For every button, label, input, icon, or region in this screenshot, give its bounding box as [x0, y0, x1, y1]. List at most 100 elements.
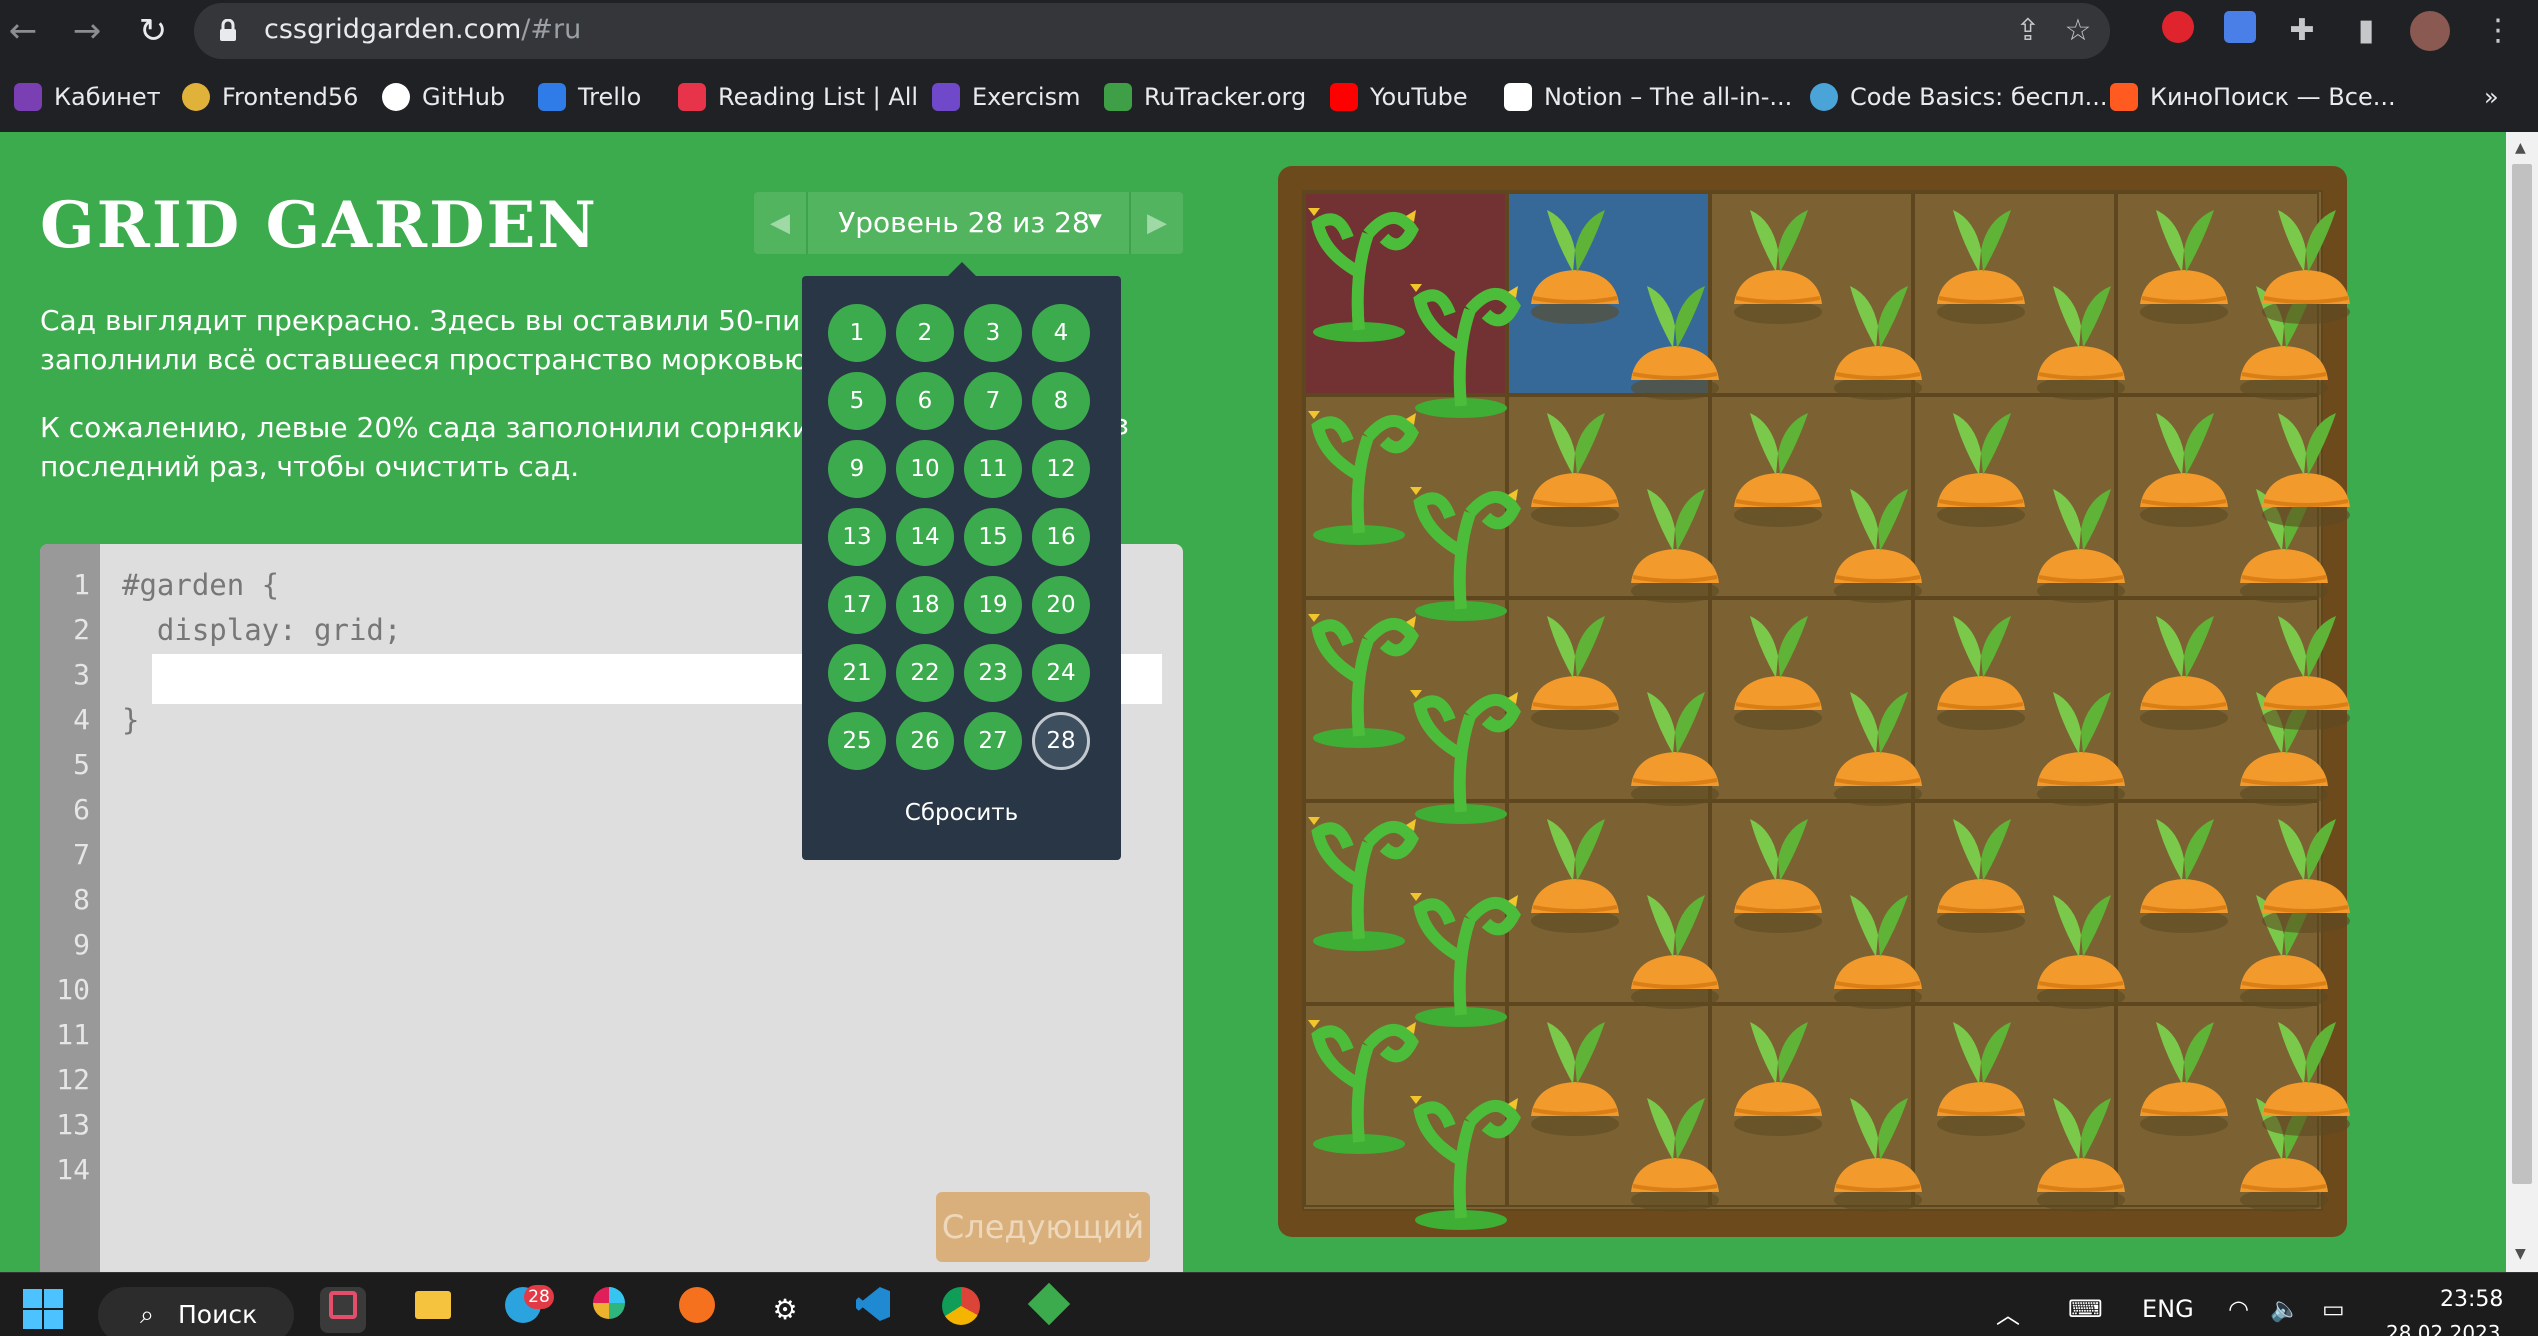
battery-icon[interactable]: ▭: [2322, 1295, 2345, 1323]
address-bar[interactable]: cssgridgarden.com/#ru ⇪ ☆: [194, 3, 2110, 59]
level-button[interactable]: 24: [1032, 644, 1090, 702]
star-icon[interactable]: ☆: [2058, 11, 2098, 51]
level-button[interactable]: 22: [896, 644, 954, 702]
language-indicator[interactable]: ENG: [2142, 1295, 2194, 1323]
level-button[interactable]: 21: [828, 644, 886, 702]
line-number: 8: [73, 883, 90, 916]
slack-icon[interactable]: [586, 1287, 632, 1333]
chrome-icon[interactable]: [938, 1287, 984, 1333]
level-button[interactable]: 25: [828, 712, 886, 770]
adblock-extension-icon[interactable]: [2158, 11, 2198, 51]
level-button[interactable]: 15: [964, 508, 1022, 566]
tray-overflow-chevron-icon[interactable]: ︿: [1996, 1295, 2020, 1330]
more-bookmarks-button[interactable]: »: [2484, 76, 2499, 118]
level-button[interactable]: 12: [1032, 440, 1090, 498]
share-icon[interactable]: ⇪: [2008, 11, 2048, 51]
level-button[interactable]: 23: [964, 644, 1022, 702]
menu-kebab-icon[interactable]: ⋮: [2478, 11, 2518, 51]
current-level-button[interactable]: 28: [1032, 712, 1090, 770]
level-button[interactable]: 18: [896, 576, 954, 634]
bookmark-exercism[interactable]: Exercism: [932, 76, 1080, 118]
reload-icon[interactable]: ↻: [130, 8, 176, 54]
youtube-icon: [1330, 83, 1358, 111]
bookmark-reading-list[interactable]: Reading List | All: [678, 76, 918, 118]
carrot-icon: [1734, 819, 1822, 933]
level-selector[interactable]: ◀ Уровень 28 из 28 ▼ ▶: [754, 192, 1183, 254]
carrot-icon: [1531, 413, 1619, 527]
carrot-icon: [1631, 1098, 1719, 1212]
keyboard-icon[interactable]: ⌨: [2068, 1295, 2103, 1323]
level-button[interactable]: 14: [896, 508, 954, 566]
windows-start-icon[interactable]: [20, 1287, 66, 1333]
settings-gear-icon[interactable]: ⚙: [762, 1287, 808, 1333]
level-button[interactable]: 3: [964, 304, 1022, 362]
carrot-icon: [1937, 210, 2025, 324]
level-button[interactable]: 20: [1032, 576, 1090, 634]
prev-level-arrow-icon[interactable]: ◀: [754, 192, 808, 254]
firefox-icon[interactable]: [674, 1287, 720, 1333]
translate-extension-icon[interactable]: [2220, 11, 2260, 51]
page-scrollbar[interactable]: ▲ ▼: [2506, 132, 2538, 1272]
carrot-icon: [1631, 692, 1719, 806]
forward-icon[interactable]: →: [64, 8, 110, 54]
snipping-tool-icon[interactable]: [320, 1287, 366, 1333]
level-button[interactable]: 9: [828, 440, 886, 498]
level-button[interactable]: 27: [964, 712, 1022, 770]
level-button[interactable]: 17: [828, 576, 886, 634]
vscode-icon[interactable]: [850, 1287, 896, 1333]
taskbar-search[interactable]: ⌕ Поиск: [98, 1287, 294, 1336]
level-button[interactable]: 26: [896, 712, 954, 770]
scroll-thumb[interactable]: [2512, 164, 2532, 1184]
weed-icon: [1410, 487, 1521, 621]
carrot-icon: [2140, 819, 2228, 933]
bookmark-youtube[interactable]: YouTube: [1330, 76, 1468, 118]
next-level-button[interactable]: Следующий: [936, 1192, 1150, 1262]
bookmark-trello[interactable]: Trello: [538, 76, 641, 118]
level-indicator[interactable]: Уровень 28 из 28: [814, 206, 1114, 239]
bookmark-frontend56[interactable]: Frontend56: [182, 76, 358, 118]
scroll-up-icon[interactable]: ▲: [2515, 140, 2526, 156]
level-button[interactable]: 6: [896, 372, 954, 430]
level-button[interactable]: 19: [964, 576, 1022, 634]
level-button[interactable]: 2: [896, 304, 954, 362]
level-button[interactable]: 8: [1032, 372, 1090, 430]
carrot-icon: [1734, 413, 1822, 527]
carrot-icon: [1734, 616, 1822, 730]
carrot-icon: [2262, 210, 2350, 324]
carrot-icon: [1531, 616, 1619, 730]
bookmark-notion[interactable]: Notion – The all-in-...: [1504, 76, 1792, 118]
side-panel-icon[interactable]: ▮: [2346, 11, 2386, 51]
bookmark-code-basics[interactable]: Code Basics: беспл...: [1810, 76, 2108, 118]
level-button[interactable]: 13: [828, 508, 886, 566]
level-button[interactable]: 16: [1032, 508, 1090, 566]
reset-button[interactable]: Сбросить: [802, 800, 1121, 826]
level-button[interactable]: 1: [828, 304, 886, 362]
profile-avatar[interactable]: [2410, 11, 2450, 51]
bookmark-kinopoisk[interactable]: КиноПоиск — Все...: [2110, 76, 2396, 118]
carrot-icon: [2037, 692, 2125, 806]
level-button[interactable]: 10: [896, 440, 954, 498]
next-level-arrow-icon[interactable]: ▶: [1129, 192, 1183, 254]
wifi-icon[interactable]: ◠: [2228, 1295, 2249, 1323]
bookmark-github[interactable]: GitHub: [382, 76, 505, 118]
bookmark-kabinet[interactable]: Кабинет: [14, 76, 161, 118]
scroll-down-icon[interactable]: ▼: [2515, 1246, 2526, 1262]
code-line: #garden {: [122, 568, 280, 602]
git-kraken-icon[interactable]: [1026, 1282, 1072, 1333]
extensions-icon[interactable]: ✚: [2282, 11, 2322, 51]
clock-date[interactable]: 28.02.2023: [2386, 1321, 2501, 1336]
github-icon: [382, 83, 410, 111]
level-button[interactable]: 11: [964, 440, 1022, 498]
file-explorer-icon[interactable]: [410, 1287, 456, 1333]
bookmark-rutracker[interactable]: RuTracker.org: [1104, 76, 1306, 118]
level-button[interactable]: 7: [964, 372, 1022, 430]
line-number: 10: [56, 973, 90, 1006]
carrot-icon: [1631, 286, 1719, 400]
back-icon[interactable]: ←: [0, 8, 46, 54]
clock-time[interactable]: 23:58: [2440, 1287, 2503, 1312]
rutracker-icon: [1104, 83, 1132, 111]
level-button[interactable]: 5: [828, 372, 886, 430]
carrot-icon: [1834, 489, 1922, 603]
volume-icon[interactable]: 🔈: [2270, 1295, 2300, 1323]
level-button[interactable]: 4: [1032, 304, 1090, 362]
